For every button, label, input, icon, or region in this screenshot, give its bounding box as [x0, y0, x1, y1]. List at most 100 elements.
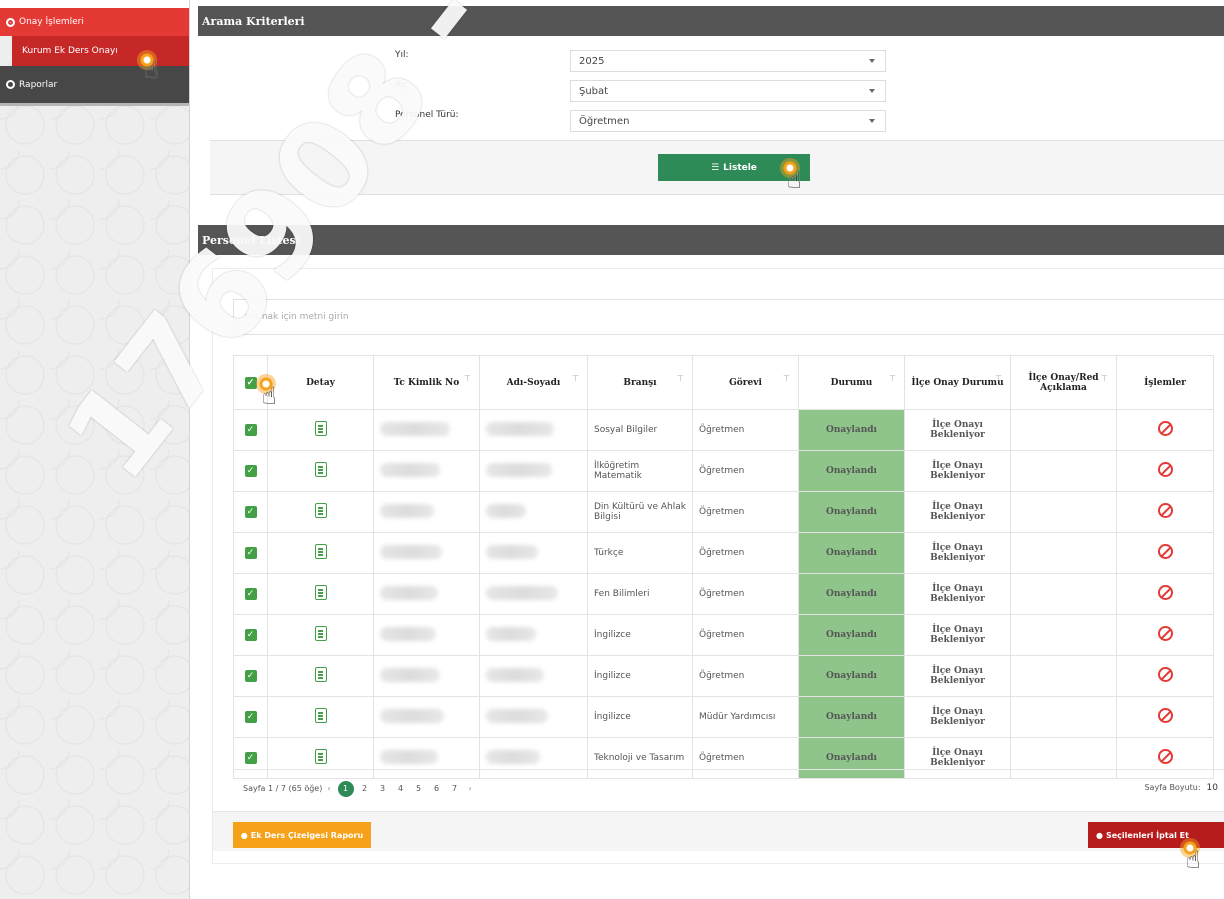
year-select[interactable]: 2025	[570, 50, 886, 72]
column-header-ilce-onay-durumu[interactable]: İlçe Onay Durumu ⊤	[904, 355, 1011, 410]
actions-cell	[1116, 532, 1214, 574]
page-button-5[interactable]: 5	[410, 784, 428, 793]
filter-icon[interactable]: ⊤	[889, 374, 896, 383]
document-list-icon[interactable]	[314, 708, 327, 723]
ilce-onay-durumu-cell: İlçe Onayı Bekleniyor	[904, 655, 1011, 697]
detail-cell[interactable]	[267, 655, 374, 697]
filter-icon[interactable]: ⊤	[464, 374, 471, 383]
page-button-4[interactable]: 4	[392, 784, 410, 793]
column-header-label: Adı-Soyadı	[506, 377, 561, 388]
ilce-onay-durumu-cell: İlçe Onayı Bekleniyor	[904, 491, 1011, 533]
sidebar-item-kurum-ek-ders-onayi[interactable]: Kurum Ek Ders Onayı	[12, 36, 189, 66]
search-input[interactable]: aramak için metni girin	[233, 299, 1224, 335]
row-checkbox[interactable]: ✓	[233, 532, 268, 574]
page-button-2[interactable]: 2	[356, 784, 374, 793]
column-header-ilce-onay-red-aciklama[interactable]: İlçe Onay/Red Açıklama ⊤	[1010, 355, 1117, 410]
row-checkbox[interactable]: ✓	[233, 614, 268, 656]
ilce-aciklama-cell	[1010, 614, 1117, 656]
table-row[interactable]: ✓ İngilizce Müdür Yardımcısı Onaylandı İlçe …	[233, 696, 1214, 738]
redacted-text	[486, 585, 558, 600]
column-header-detay[interactable]: Detay	[267, 355, 374, 410]
cancel-icon[interactable]	[1157, 544, 1173, 559]
sidebar-item-raporlar[interactable]: Raporlar	[0, 66, 189, 106]
document-list-icon[interactable]	[314, 749, 327, 764]
cancel-icon[interactable]	[1157, 708, 1173, 723]
column-header-label: İlçe Onay Durumu	[911, 377, 1004, 388]
filter-icon[interactable]: ⊤	[677, 374, 684, 383]
document-list-icon[interactable]	[314, 544, 327, 559]
filter-icon[interactable]: ⊤	[572, 374, 579, 383]
document-list-icon[interactable]	[314, 585, 327, 600]
detail-cell[interactable]	[267, 450, 374, 492]
page-button-7[interactable]: 7	[446, 784, 464, 793]
redacted-text	[486, 544, 538, 559]
row-checkbox[interactable]: ✓	[233, 573, 268, 615]
column-header-bransi[interactable]: Branşı ⊤	[587, 355, 693, 410]
cancel-icon[interactable]	[1157, 626, 1173, 641]
table-row[interactable]: ✓ Din Kültürü ve Ahlak Bilgisi Öğretmen Ona…	[233, 491, 1214, 533]
detail-cell[interactable]	[267, 532, 374, 574]
name-cell	[479, 655, 588, 697]
check-icon: ✓	[244, 629, 257, 641]
detail-cell[interactable]	[267, 614, 374, 656]
ilce-onay-durumu-cell: İlçe Onayı Bekleniyor	[904, 573, 1011, 615]
check-icon: ✓	[244, 465, 257, 477]
sidebar-item-onay-islemleri[interactable]: Onay İşlemleri	[0, 8, 189, 36]
prev-page-button[interactable]: ‹	[327, 784, 330, 793]
row-checkbox[interactable]: ✓	[233, 491, 268, 533]
cancel-icon[interactable]	[1157, 421, 1173, 436]
page-button-3[interactable]: 3	[374, 784, 392, 793]
row-checkbox[interactable]: ✓	[233, 450, 268, 492]
cancel-icon[interactable]	[1157, 667, 1173, 682]
cancel-icon[interactable]	[1157, 462, 1173, 477]
column-header-durumu[interactable]: Durumu ⊤	[798, 355, 905, 410]
detail-cell[interactable]	[267, 573, 374, 615]
document-list-icon[interactable]	[314, 421, 327, 436]
row-checkbox[interactable]: ✓	[233, 696, 268, 738]
durum-cell: Onaylandı	[798, 491, 905, 533]
staff-type-select[interactable]: Öğretmen	[570, 110, 886, 132]
cancel-icon[interactable]	[1157, 503, 1173, 518]
document-list-icon[interactable]	[314, 462, 327, 477]
column-header-islemler[interactable]: İşlemler	[1116, 355, 1214, 410]
row-checkbox[interactable]: ✓	[233, 655, 268, 697]
page-button-6[interactable]: 6	[428, 784, 446, 793]
gorev-cell: Öğretmen	[692, 655, 799, 697]
document-list-icon[interactable]	[314, 503, 327, 518]
table-row[interactable]: ✓ Fen Bilimleri Öğretmen Onaylandı İlçe Onay…	[233, 573, 1214, 615]
pagination: Sayfa 1 / 7 (65 öğe) ‹ 1 2 3 4 5 6 7 › S…	[233, 769, 1224, 807]
table-row[interactable]: ✓ Türkçe Öğretmen Onaylandı İlçe Onayı Bekle…	[233, 532, 1214, 574]
column-header-adi-soyadi[interactable]: Adı-Soyadı ⊤	[479, 355, 588, 410]
table-row[interactable]: ✓ İngilizce Öğretmen Onaylandı İlçe Onayı Be…	[233, 655, 1214, 697]
cancel-selected-button[interactable]: ● Seçilenleri İptal Et	[1088, 822, 1224, 848]
row-checkbox[interactable]: ✓	[233, 409, 268, 451]
month-select[interactable]: Şubat	[570, 80, 886, 102]
filter-icon[interactable]: ⊤	[783, 374, 790, 383]
name-cell	[479, 573, 588, 615]
page-size[interactable]: Sayfa Boyutu: 10	[1144, 783, 1218, 793]
document-list-icon[interactable]	[314, 626, 327, 641]
detail-cell[interactable]	[267, 491, 374, 533]
table-row[interactable]: ✓ İlköğretim Matematik Öğretmen Onaylandı İl…	[233, 450, 1214, 492]
name-cell	[479, 409, 588, 451]
cancel-selected-button-label: Seçilenleri İptal Et	[1105, 830, 1189, 840]
redacted-text	[486, 749, 540, 764]
detail-cell[interactable]	[267, 409, 374, 451]
next-page-button[interactable]: ›	[469, 784, 472, 793]
filter-icon[interactable]: ⊤	[1101, 374, 1108, 383]
column-header-tc-kimlik-no[interactable]: Tc Kimlik No ⊤	[373, 355, 480, 410]
cancel-icon[interactable]	[1157, 749, 1173, 764]
column-header-gorevi[interactable]: Görevi ⊤	[692, 355, 799, 410]
document-list-icon[interactable]	[314, 667, 327, 682]
page-button-1[interactable]: 1	[337, 780, 354, 797]
check-icon: ✓	[244, 670, 257, 682]
staff-list-panel-header: Personel Listesi	[198, 225, 1224, 255]
filter-icon[interactable]: ⊤	[995, 374, 1002, 383]
ek-ders-report-button[interactable]: ● Ek Ders Çizelgesi Raporu	[233, 822, 371, 848]
redacted-text	[486, 667, 544, 682]
detail-cell[interactable]	[267, 696, 374, 738]
table-row[interactable]: ✓ İngilizce Öğretmen Onaylandı İlçe Onayı Be…	[233, 614, 1214, 656]
table-row[interactable]: ✓ Sosyal Bilgiler Öğretmen Onaylandı İlçe On…	[233, 409, 1214, 451]
cancel-icon[interactable]	[1157, 585, 1173, 600]
ilce-onay-durumu-cell: İlçe Onayı Bekleniyor	[904, 614, 1011, 656]
